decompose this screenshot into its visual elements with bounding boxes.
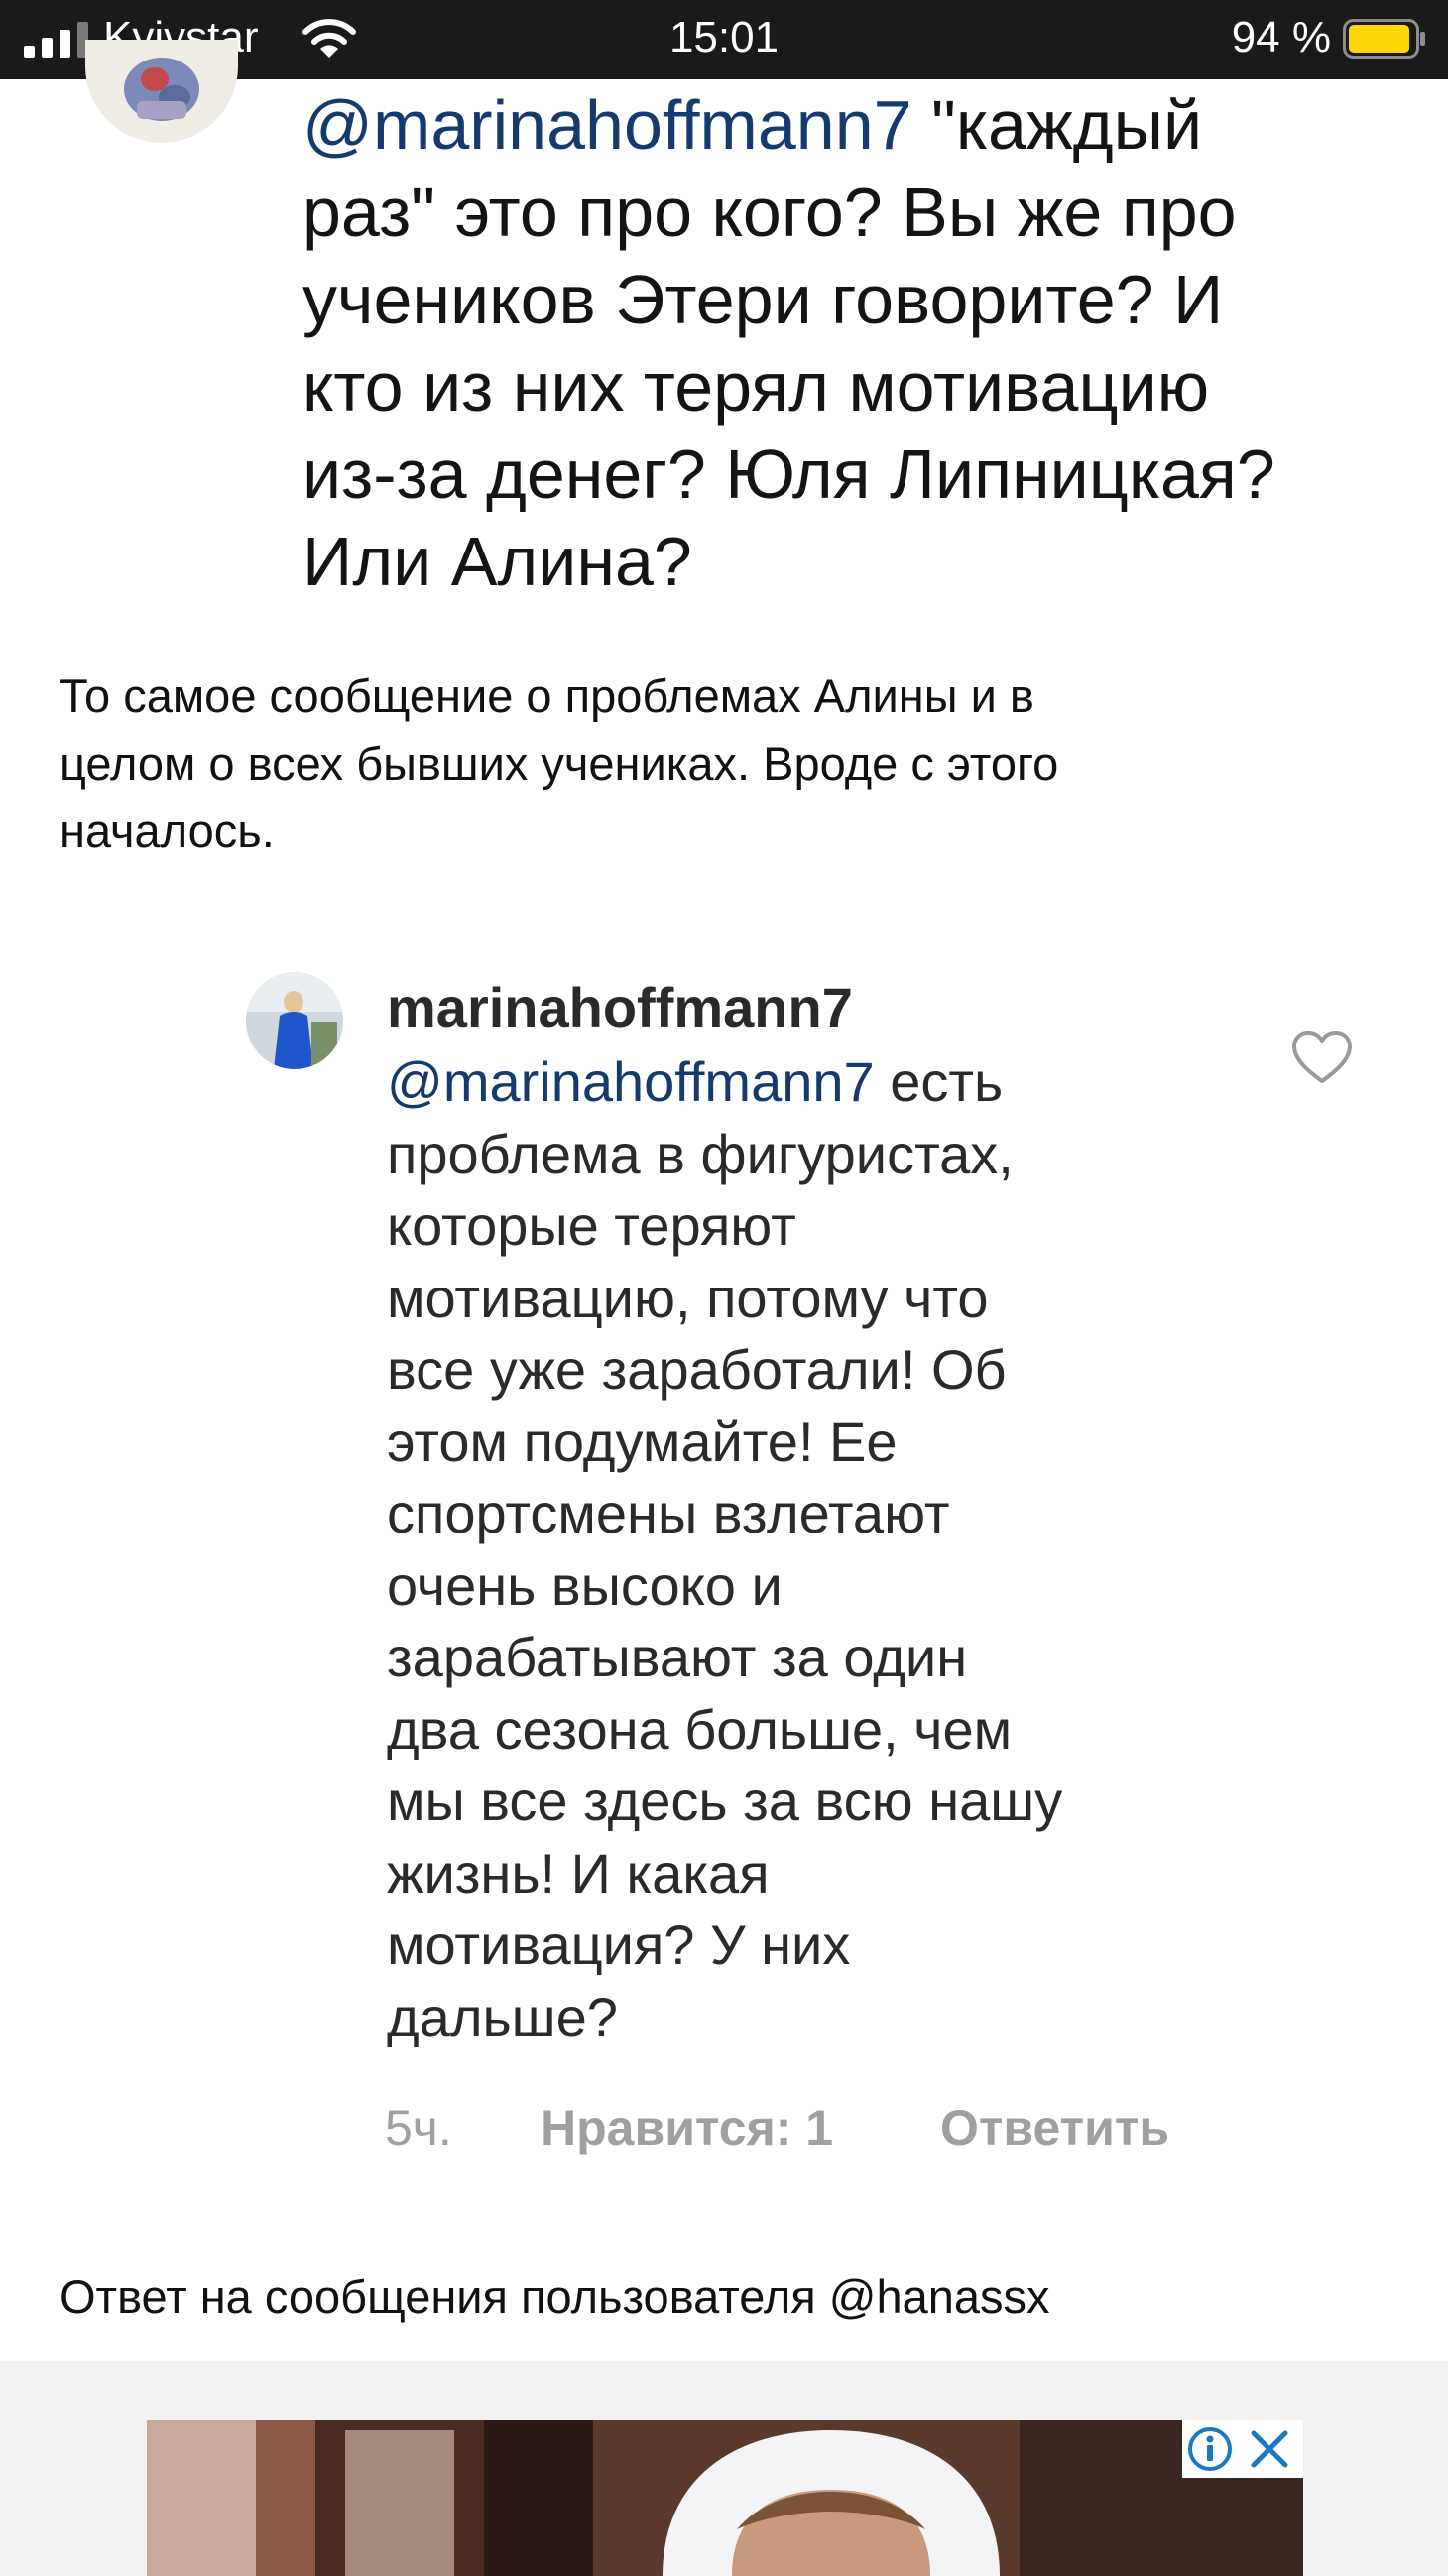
ad-image[interactable] <box>147 2420 1303 2576</box>
reply-username[interactable]: marinahoffmann7 <box>387 973 853 1043</box>
reply-avatar[interactable] <box>246 972 343 1069</box>
quoted-comment-text: @marinahoffmann7 "каждый раз" это про ко… <box>302 81 1403 605</box>
battery-icon <box>1343 19 1425 59</box>
comment-timestamp: 5ч. <box>385 2100 452 2155</box>
user-mention-link[interactable]: @marinahoffmann7 <box>387 1050 875 1113</box>
reply-comment-text: @marinahoffmann7 есть проблема в фигурист… <box>387 1046 1260 2053</box>
comment-line: зарабатывают за один <box>387 1626 968 1688</box>
comment-line: очень высоко и <box>387 1553 783 1617</box>
comment-line: раз" это про кого? Вы же про <box>302 174 1237 251</box>
caption-line: целом о всех бывших учениках. Вроде с эт… <box>60 737 1059 790</box>
comment-line: "каждый <box>931 86 1203 164</box>
comment-line: мотивация? У них <box>387 1913 851 1976</box>
close-icon[interactable] <box>1248 2427 1291 2471</box>
comment-line: дальше? <box>387 1985 618 2048</box>
comment-line: спортсмены взлетают <box>387 1482 950 1544</box>
avatar[interactable] <box>85 40 238 143</box>
battery-percent: 94 % <box>1231 13 1331 61</box>
comment-line: которые теряют <box>387 1194 796 1257</box>
comment-line: учеников Этери говорите? И <box>302 261 1224 338</box>
likes-count-button[interactable]: Нравится: 1 <box>541 2096 833 2159</box>
caption-text: То самое сообщение о проблемах Алины и в… <box>60 663 1379 865</box>
comment-line: Или Алина? <box>302 523 692 600</box>
comment-line: есть <box>874 1050 1004 1113</box>
caption-line: То самое сообщение о проблемах Алины и в <box>60 670 1034 722</box>
caption-line: началось. <box>60 804 275 857</box>
comment-line: два сезона больше, чем <box>387 1697 1013 1761</box>
reply-button[interactable]: Ответить <box>940 2096 1169 2159</box>
comment-line: из-за денег? Юля Липницкая? <box>302 435 1275 513</box>
info-icon[interactable] <box>1186 2425 1234 2473</box>
comment-line: жизнь! И какая <box>387 1841 770 1904</box>
comment-line: все уже заработали! Об <box>387 1338 1007 1401</box>
heart-outline-icon[interactable] <box>1291 1030 1353 1085</box>
comment-line: кто из них терял мотивацию <box>302 348 1210 426</box>
comment-line: мы все здесь за всю нашу <box>387 1770 1063 1832</box>
comment-line: этом подумайте! Ее <box>387 1410 898 1473</box>
caption-text-2: Ответ на сообщения пользователя @hanassx <box>60 2270 1050 2323</box>
comment-line: мотивацию, потому что <box>387 1266 989 1329</box>
comment-line: проблема в фигуристах, <box>387 1122 1014 1185</box>
user-mention-link[interactable]: @marinahoffmann7 <box>302 86 912 164</box>
